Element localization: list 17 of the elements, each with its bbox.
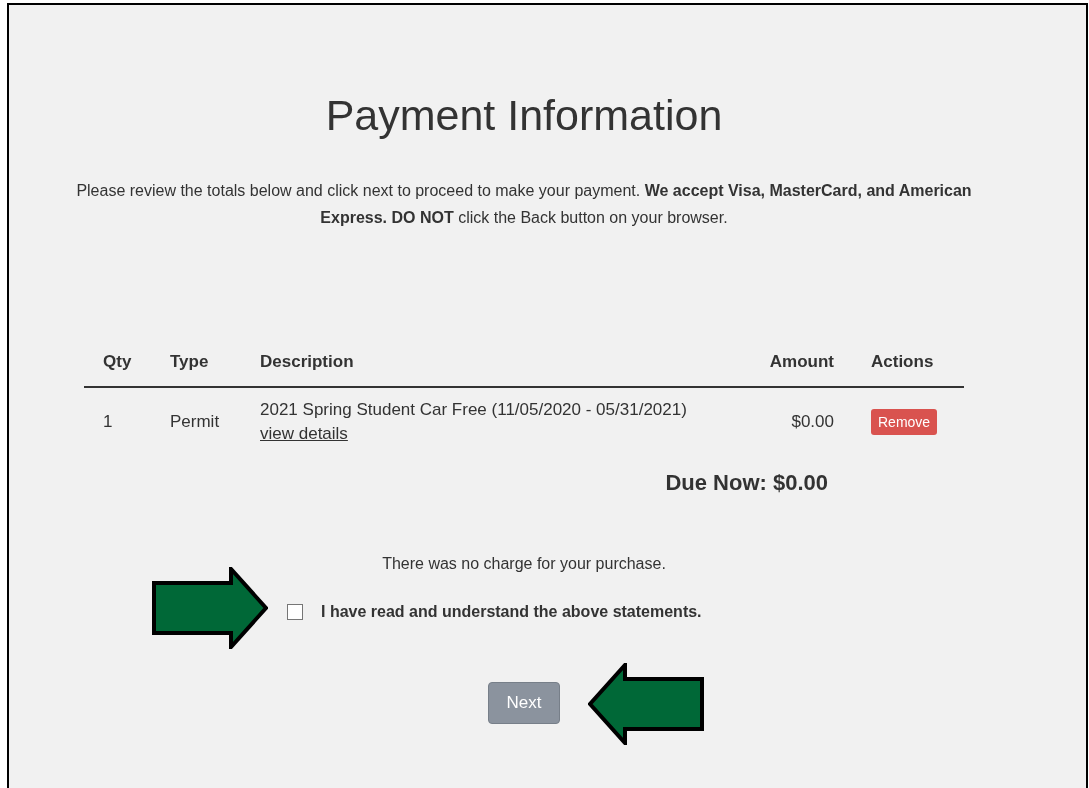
table-cell-text: $0.00: [790, 412, 835, 432]
table-cell-text: Permit: [169, 412, 221, 432]
checkbox-label: I have read and understand the above statements.: [321, 603, 702, 621]
column-header: Qty: [102, 352, 133, 372]
column-header: Amount: [768, 352, 835, 372]
view-details-link[interactable]: view details: [260, 422, 348, 446]
column-header: Type: [169, 352, 210, 372]
checkbox[interactable]: [287, 604, 303, 620]
notice-text: There was no charge for your purchase.: [381, 555, 667, 573]
table-cell-text: 1: [102, 412, 114, 432]
column-header: Actions: [870, 352, 935, 372]
column-header: Description: [259, 352, 355, 372]
table-cell-text: 2021 Spring Student Car Free (11/05/2020 - 05/31/2021): [260, 399, 687, 421]
due-now-total: Due Now: $0.00: [665, 470, 828, 496]
page-title: Payment Information: [324, 90, 724, 141]
intro-text: Please review the totals below and click next to proceed to make your payment. We accept Visa, MasterCard, and American Express. DO NOT click the Back button on your browser.: [75, 181, 973, 228]
remove-button[interactable]: Remove: [871, 409, 938, 435]
